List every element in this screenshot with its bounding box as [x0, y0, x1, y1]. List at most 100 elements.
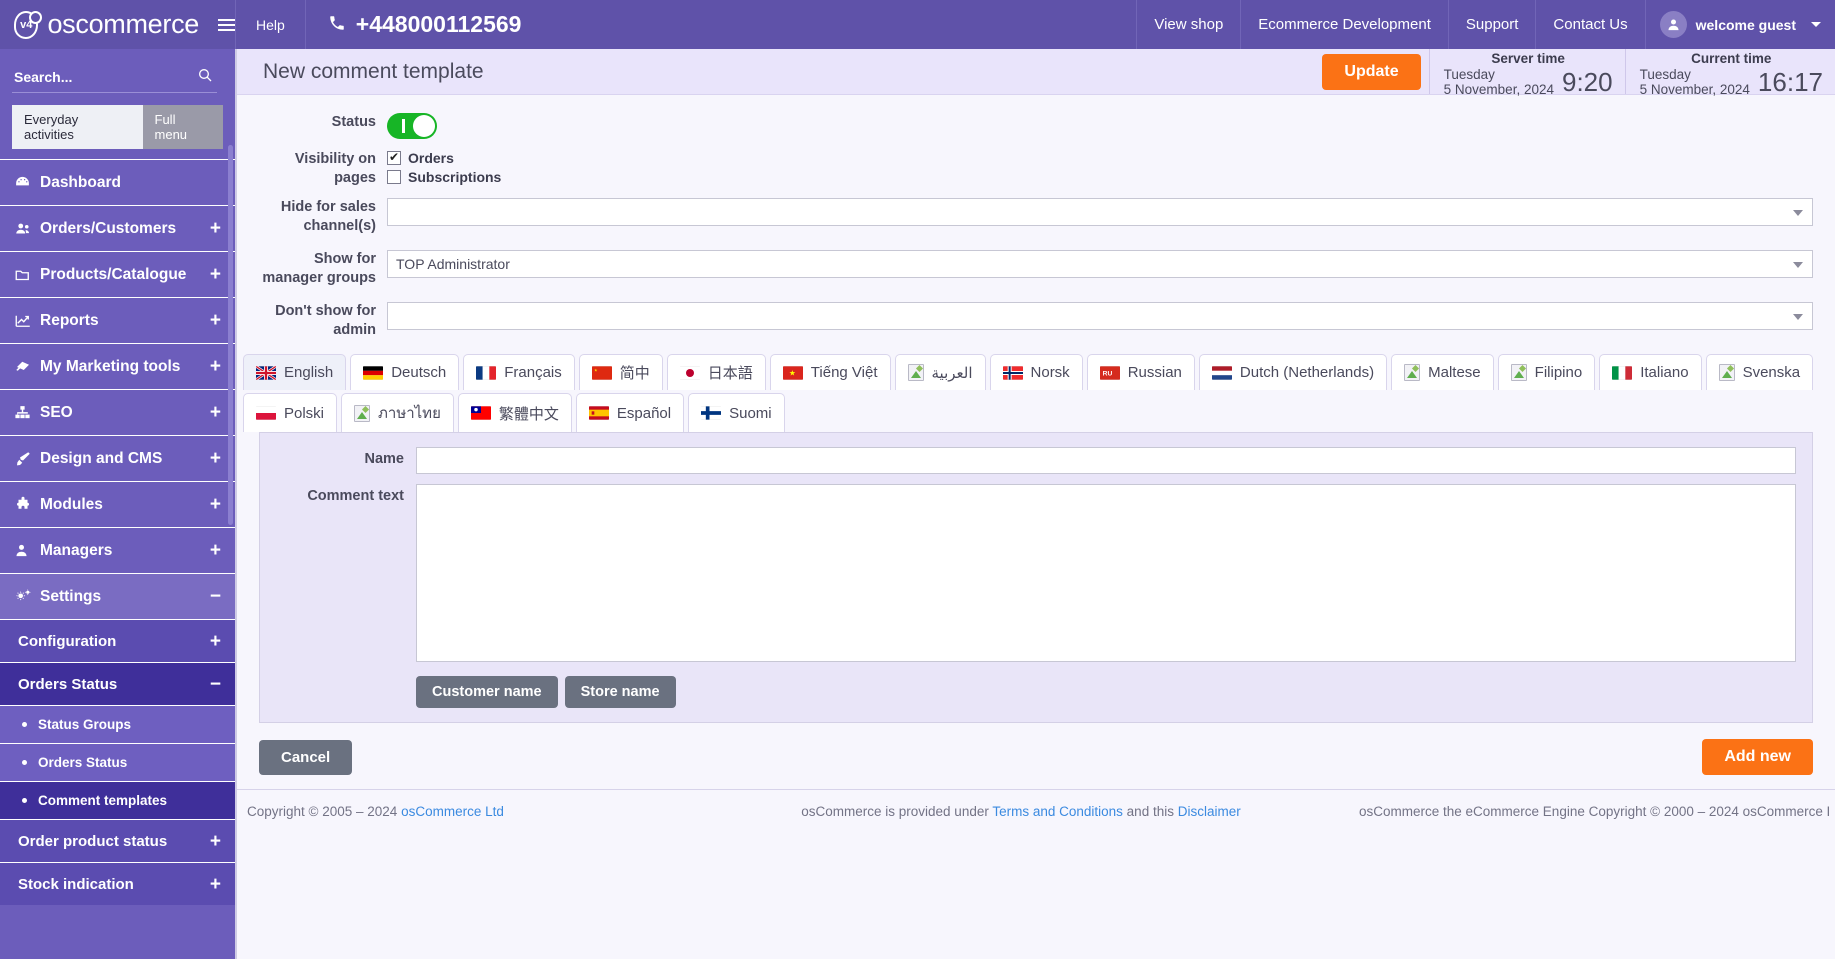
language-tab-english[interactable]: English [243, 354, 347, 390]
expand-plus-icon[interactable]: + [210, 541, 221, 560]
comment-text-textarea[interactable] [416, 484, 1796, 662]
phone-number-label: +448000112569 [355, 11, 522, 37]
sidebar-item-my-marketing-tools[interactable]: My Marketing tools + [0, 343, 235, 389]
settings-form: Status Visibility on pages Orders [237, 95, 1835, 340]
expand-plus-icon[interactable]: + [210, 357, 221, 376]
language-tab-russian[interactable]: RU Russian [1086, 354, 1195, 390]
sidebar-item-stock-indication[interactable]: Stock indication + [0, 862, 235, 905]
sidebar-scrollbar[interactable] [228, 145, 233, 525]
language-tab-[interactable]: ★ 简中 [578, 354, 663, 390]
nav-ecommerce-development[interactable]: Ecommerce Development [1240, 0, 1448, 49]
language-tab-deutsch[interactable]: Deutsch [350, 354, 460, 390]
footer-terms-link[interactable]: Terms and Conditions [992, 804, 1123, 819]
no-show-admin-select[interactable] [387, 302, 1813, 330]
language-tab-espa-ol[interactable]: Español [575, 393, 685, 432]
sidebar-item-managers[interactable]: Managers + [0, 527, 235, 573]
sidebar-item-modules[interactable]: Modules + [0, 481, 235, 527]
sidebar-item-orders-status[interactable]: Orders Status [0, 743, 235, 781]
manager-groups-select[interactable]: TOP Administrator [387, 250, 1813, 278]
language-tab-[interactable]: 日本語 [666, 354, 766, 390]
nav-contact-us[interactable]: Contact Us [1535, 0, 1644, 49]
language-tab-label: English [284, 364, 334, 381]
flag-nl-icon [1211, 365, 1232, 380]
checkbox-orders[interactable] [387, 149, 401, 165]
sidebar-item-comment-templates[interactable]: Comment templates [0, 781, 235, 819]
sidebar-item-settings[interactable]: Settings − [0, 573, 235, 619]
sidebar-item-seo[interactable]: SEO + [0, 389, 235, 435]
cancel-button[interactable]: Cancel [259, 739, 353, 775]
hide-sales-channel-select[interactable] [387, 198, 1813, 226]
language-tab-[interactable]: ภาษาไทย [341, 393, 454, 432]
sidebar-item-design-and-cms[interactable]: Design and CMS + [0, 435, 235, 481]
hamburger-icon[interactable] [218, 18, 235, 31]
sidebar-item-order-product-status[interactable]: Order product status + [0, 819, 235, 862]
phone-number[interactable]: +448000112569 [306, 0, 544, 49]
language-tab-suomi[interactable]: Suomi [688, 393, 785, 432]
sidebar-item-label: Configuration [18, 632, 117, 650]
language-panel-body: Name Comment text Customer name Store na… [260, 433, 1812, 722]
name-input[interactable] [416, 447, 1796, 474]
help-link[interactable]: Help [235, 0, 306, 49]
broken-image-icon [1718, 364, 1735, 381]
checkbox-orders-label: Orders [408, 150, 454, 166]
toggle-full-menu[interactable]: Full menu [142, 105, 223, 149]
sidebar-item-orders-customers[interactable]: Orders/Customers + [0, 205, 235, 251]
sidebar-item-products-catalogue[interactable]: Products/Catalogue + [0, 251, 235, 297]
insert-store-name-button[interactable]: Store name [564, 676, 676, 708]
search-icon[interactable] [197, 67, 213, 87]
sidebar-item-label: My Marketing tools [40, 357, 181, 375]
checkbox-subscriptions[interactable] [387, 170, 401, 184]
nav-support[interactable]: Support [1447, 0, 1536, 49]
sidebar-item-label: Comment templates [38, 793, 168, 808]
sidebar-item-label: Status Groups [38, 717, 132, 732]
language-tab-label: 简中 [619, 365, 650, 382]
language-tab-norsk[interactable]: Norsk [989, 354, 1083, 390]
language-tab-filipino[interactable]: Filipino [1497, 354, 1596, 390]
language-tab-svenska[interactable]: Svenska [1705, 354, 1814, 390]
insert-customer-name-button[interactable]: Customer name [416, 676, 558, 708]
sidebar-item-reports[interactable]: Reports + [0, 297, 235, 343]
language-tab-italiano[interactable]: Italiano [1599, 354, 1702, 390]
add-new-button[interactable]: Add new [1702, 739, 1813, 775]
sidebar-item-status-groups[interactable]: Status Groups [0, 705, 235, 743]
svg-text:RU: RU [1102, 370, 1112, 377]
collapse-minus-icon[interactable]: − [210, 587, 221, 606]
language-tab-polski[interactable]: Polski [243, 393, 338, 432]
footer-oscommerce-link[interactable]: osCommerce Ltd [401, 804, 504, 819]
name-row: Name [270, 447, 1796, 474]
status-toggle[interactable] [387, 113, 437, 139]
user-menu[interactable]: welcome guest [1644, 0, 1835, 49]
brand-area[interactable]: v4 oscommerce [0, 0, 235, 49]
language-tab-dutch-netherlands[interactable]: Dutch (Netherlands) [1198, 354, 1388, 390]
expand-plus-icon[interactable]: + [210, 449, 221, 468]
language-tab-[interactable]: 繁體中文 [457, 393, 572, 432]
visibility-option-orders[interactable]: Orders [387, 149, 1813, 166]
expand-plus-icon[interactable]: + [210, 403, 221, 422]
toggle-everyday-activities[interactable]: Everyday activities [12, 105, 143, 149]
puzzle-icon [14, 496, 40, 514]
expand-plus-icon[interactable]: + [210, 875, 221, 894]
visibility-option-subscriptions[interactable]: Subscriptions [387, 169, 1813, 185]
expand-plus-icon[interactable]: + [210, 632, 221, 651]
sidebar-item-configuration[interactable]: Configuration + [0, 619, 235, 662]
sidebar-item-dashboard[interactable]: Dashboard [0, 159, 235, 205]
expand-plus-icon[interactable]: + [210, 219, 221, 238]
chevron-down-icon [1793, 210, 1803, 216]
expand-plus-icon[interactable]: + [210, 265, 221, 284]
language-tab-fran-ais[interactable]: Français [463, 354, 575, 390]
collapse-minus-icon[interactable]: − [210, 675, 221, 694]
app-shell: Everyday activities Full menu Dashboard O… [0, 49, 1835, 959]
chevron-down-icon [1793, 314, 1803, 320]
sidebar-item-orders-status[interactable]: Orders Status − [0, 662, 235, 705]
footer-disclaimer-link[interactable]: Disclaimer [1178, 804, 1241, 819]
nav-view-shop[interactable]: View shop [1136, 0, 1240, 49]
expand-plus-icon[interactable]: + [210, 832, 221, 851]
update-button[interactable]: Update [1322, 53, 1421, 90]
expand-plus-icon[interactable]: + [210, 495, 221, 514]
search-input[interactable] [12, 65, 217, 93]
language-tab-ti-ng-vi-t[interactable]: ★ Tiếng Việt [769, 354, 891, 390]
language-tab-label: العربية [931, 364, 973, 382]
language-tab-[interactable]: العربية [894, 354, 986, 390]
expand-plus-icon[interactable]: + [210, 311, 221, 330]
language-tab-maltese[interactable]: Maltese [1391, 354, 1494, 390]
